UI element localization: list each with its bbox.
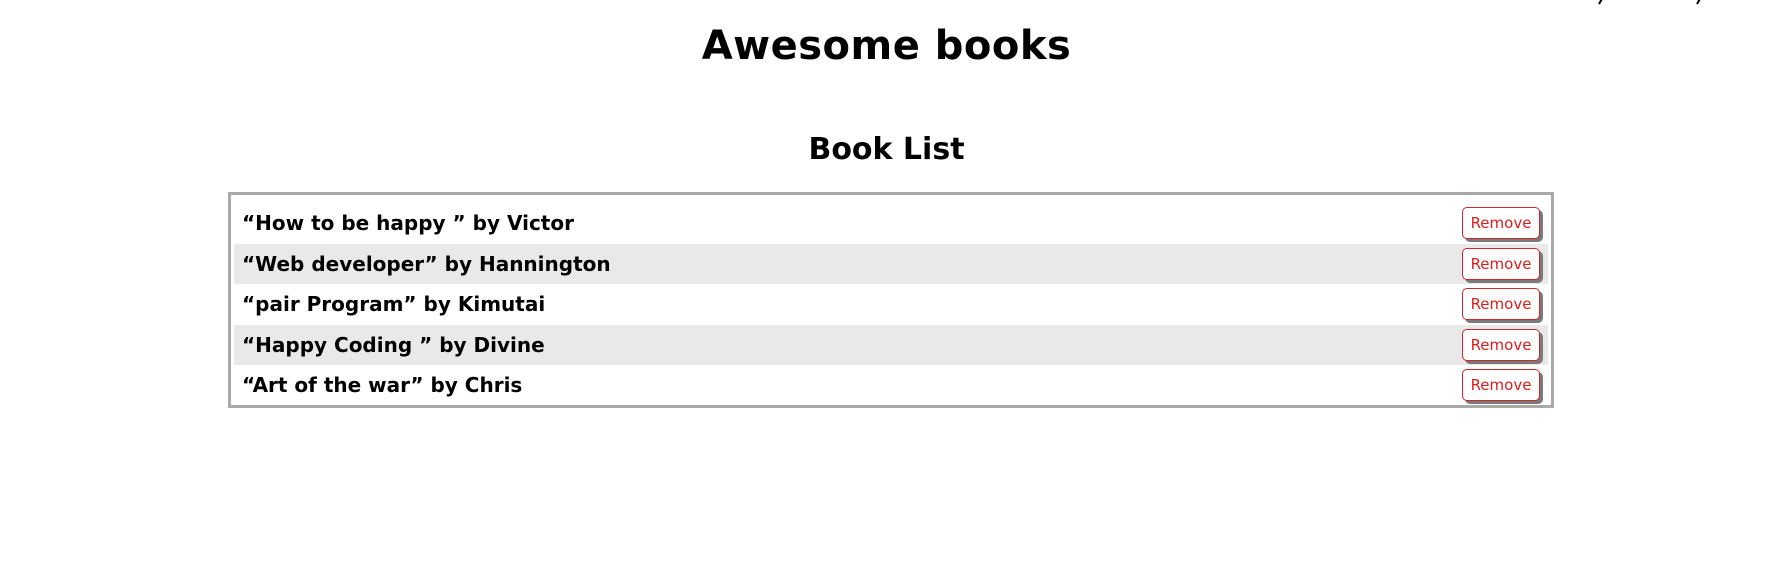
- book-row: “How to be happy ” by Victor Remove: [234, 203, 1548, 244]
- book-list: “How to be happy ” by Victor Remove “Web…: [228, 192, 1554, 408]
- book-row: “Web developer” by Hannington Remove: [234, 243, 1548, 284]
- remove-button[interactable]: Remove: [1462, 288, 1540, 321]
- remove-button[interactable]: Remove: [1462, 369, 1540, 402]
- remove-button[interactable]: Remove: [1462, 207, 1540, 240]
- book-row: “pair Program” by Kimutai Remove: [234, 284, 1548, 325]
- cropped-corner-text: [1598, 0, 1701, 5]
- book-title-author: “How to be happy ” by Victor: [242, 211, 574, 236]
- book-title-author: “pair Program” by Kimutai: [242, 292, 546, 317]
- book-row: “Art of the war” by Chris Remove: [234, 365, 1548, 406]
- book-title-author: “Happy Coding ” by Divine: [242, 332, 545, 357]
- remove-button[interactable]: Remove: [1462, 247, 1540, 280]
- book-title-author: “Art of the war” by Chris: [242, 373, 523, 398]
- book-row: “Happy Coding ” by Divine Remove: [234, 324, 1548, 365]
- book-title-author: “Web developer” by Hannington: [242, 251, 611, 276]
- remove-button[interactable]: Remove: [1462, 328, 1540, 361]
- page-title: Awesome books: [701, 23, 1072, 69]
- section-title: Book List: [808, 132, 965, 167]
